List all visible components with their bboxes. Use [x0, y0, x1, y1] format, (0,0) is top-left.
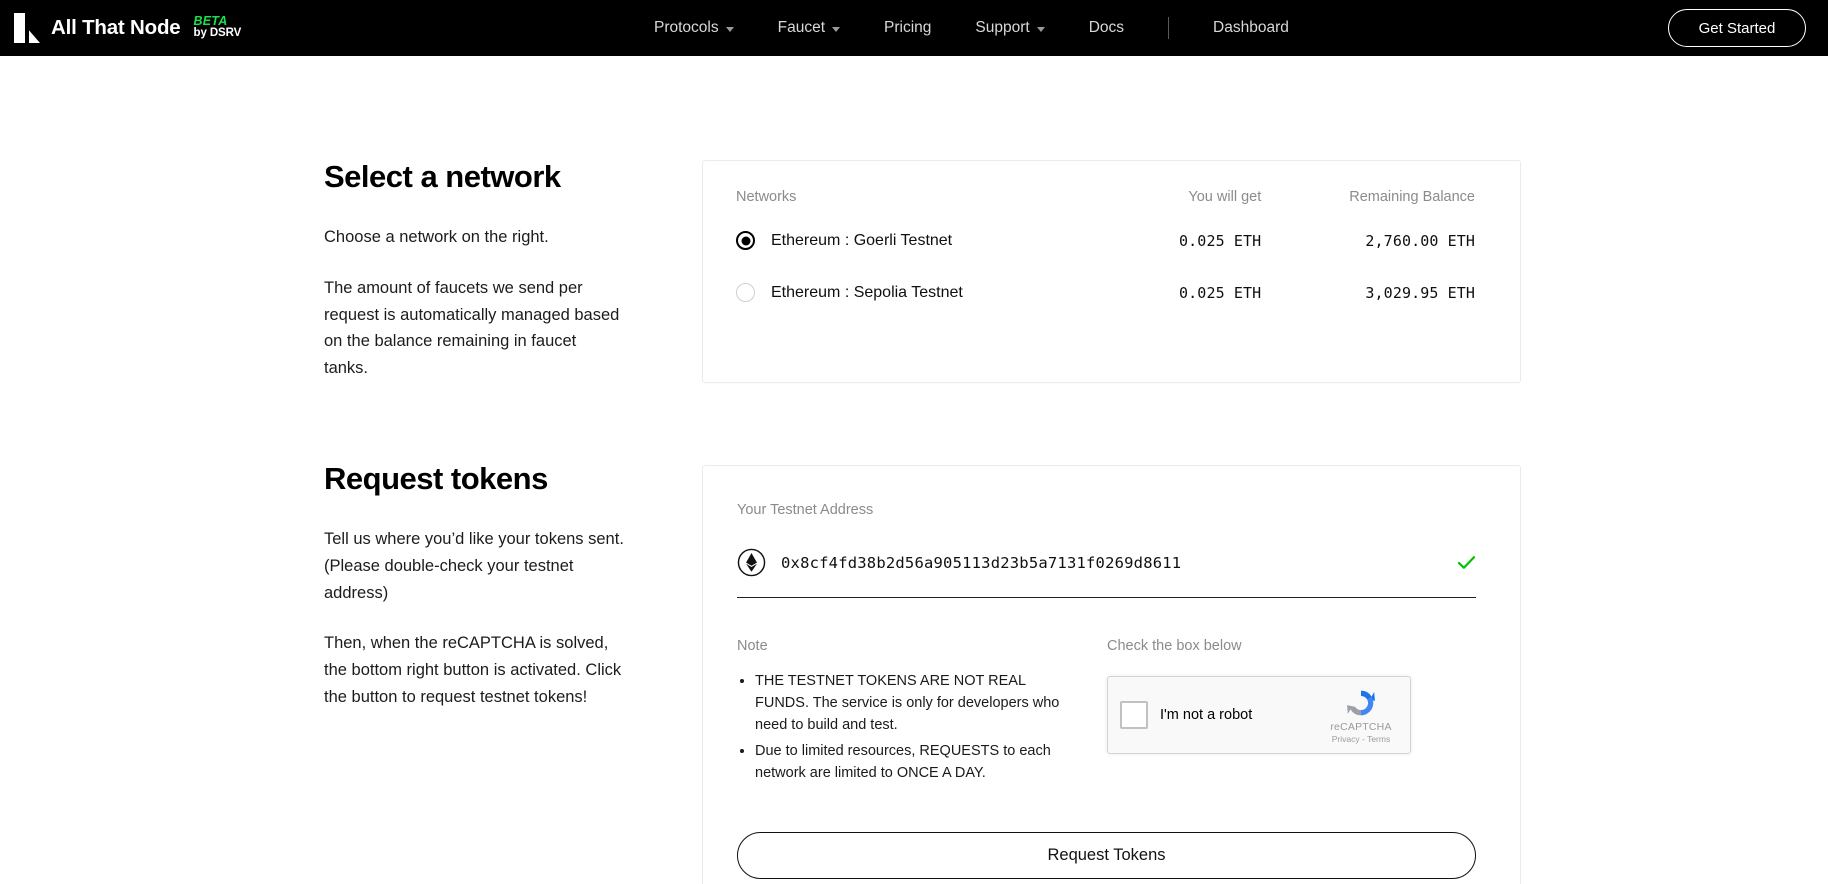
network-cell: Ethereum : Goerli Testnet — [736, 231, 1122, 283]
address-input-row — [737, 548, 1476, 598]
network-cell: Ethereum : Sepolia Testnet — [736, 283, 1122, 335]
note-block: Note THE TESTNET TOKENS ARE NOT REAL FUN… — [737, 638, 1067, 788]
beta-badge: BETA — [193, 13, 228, 28]
column-header-you-will-get: You will get — [1188, 189, 1262, 205]
get-started-button[interactable]: Get Started — [1668, 9, 1806, 47]
recaptcha-widget[interactable]: I'm not a robot reCAPTCHA Privacy - Term… — [1107, 676, 1411, 754]
nav-divider — [1168, 17, 1170, 39]
table-row[interactable]: Ethereum : Sepolia Testnet 0.025 ETH 3,0… — [736, 283, 1475, 335]
you-will-get-value: 0.025 ETH — [1179, 231, 1262, 250]
recaptcha-text: I'm not a robot — [1160, 707, 1253, 723]
recaptcha-privacy-link[interactable]: Privacy — [1332, 734, 1360, 744]
chevron-down-icon — [1036, 26, 1045, 32]
radio-goerli-testnet[interactable] — [736, 231, 755, 250]
network-name: Ethereum : Sepolia Testnet — [771, 283, 963, 301]
ethereum-icon — [737, 548, 766, 577]
nav-item-label: Dashboard — [1213, 19, 1289, 36]
recaptcha-checkbox[interactable] — [1120, 701, 1148, 729]
table-row[interactable]: Ethereum : Goerli Testnet 0.025 ETH 2,76… — [736, 231, 1475, 283]
request-tokens-card: Your Testnet Address Note THE TESTNET TO… — [702, 465, 1521, 884]
get-started-label: Get Started — [1698, 19, 1776, 37]
n-logo-icon — [14, 13, 40, 43]
nav-item-support[interactable]: Support — [953, 0, 1066, 56]
recaptcha-link-separator: - — [1362, 734, 1365, 744]
column-header-networks: Networks — [736, 189, 797, 205]
nav-item-label: Docs — [1088, 19, 1125, 36]
nav-item-label: Faucet — [777, 19, 826, 36]
by-dsrv-label: by DSRV — [193, 26, 242, 39]
recaptcha-legal-links: Privacy - Terms — [1322, 734, 1400, 744]
primary-nav: Protocols Faucet Pricing Support Docs Da… — [632, 0, 1311, 56]
request-intro-paragraph: Tell us where you’d like your tokens sen… — [324, 530, 624, 602]
note-and-captcha-row: Note THE TESTNET TOKENS ARE NOT REAL FUN… — [737, 638, 1476, 788]
captcha-label: Check the box below — [1107, 638, 1242, 654]
radio-sepolia-testnet[interactable] — [736, 283, 755, 302]
top-navigation-bar: All That Node BETA by DSRV Protocols Fau… — [0, 0, 1828, 56]
chevron-down-icon — [725, 26, 734, 32]
section-title: Request tokens — [324, 461, 548, 496]
nav-item-label: Support — [975, 19, 1030, 36]
address-field-label: Your Testnet Address — [737, 502, 874, 518]
page-content: Select a network Choose a network on the… — [0, 56, 1828, 884]
recaptcha-brand-label: reCAPTCHA — [1330, 721, 1392, 733]
nav-item-dashboard[interactable]: Dashboard — [1191, 0, 1311, 56]
request-tokens-label: Request Tokens — [1047, 846, 1166, 865]
remaining-balance-value: 2,760.00 ETH — [1365, 231, 1475, 250]
captcha-block: Check the box below I'm not a robot reCA… — [1107, 638, 1476, 788]
recaptcha-branding: reCAPTCHA Privacy - Terms — [1322, 686, 1400, 744]
brand-name: All That Node — [51, 16, 181, 39]
network-intro-paragraph: Choose a network on the right. — [324, 228, 549, 247]
nav-item-pricing[interactable]: Pricing — [862, 0, 953, 56]
recaptcha-terms-link[interactable]: Terms — [1367, 734, 1390, 744]
note-list: THE TESTNET TOKENS ARE NOT REAL FUNDS. T… — [755, 670, 1067, 784]
networks-card: Networks You will get Remaining Balance … — [702, 160, 1521, 383]
green-check-icon — [1457, 556, 1476, 569]
remaining-balance-value: 3,029.95 ETH — [1365, 283, 1475, 302]
you-will-get-value: 0.025 ETH — [1179, 283, 1262, 302]
testnet-address-input[interactable] — [781, 553, 1442, 572]
list-item: Due to limited resources, REQUESTS to ea… — [755, 740, 1067, 784]
chevron-down-icon — [832, 26, 841, 32]
column-header-remaining-balance: Remaining Balance — [1349, 189, 1475, 205]
network-name: Ethereum : Goerli Testnet — [771, 231, 953, 249]
brand-logo[interactable]: All That Node BETA by DSRV — [14, 13, 241, 43]
networks-table: Networks You will get Remaining Balance … — [736, 189, 1475, 335]
nav-item-protocols[interactable]: Protocols — [632, 0, 756, 56]
network-detail-paragraph: The amount of faucets we send per reques… — [324, 278, 620, 377]
list-item: THE TESTNET TOKENS ARE NOT REAL FUNDS. T… — [755, 670, 1067, 736]
nav-item-label: Pricing — [884, 19, 932, 36]
note-label: Note — [737, 638, 768, 654]
recaptcha-logo-icon — [1347, 690, 1375, 716]
nav-item-faucet[interactable]: Faucet — [756, 0, 862, 56]
request-detail-paragraph: Then, when the reCAPTCHA is solved, the … — [324, 634, 622, 706]
nav-item-docs[interactable]: Docs — [1067, 0, 1146, 56]
nav-item-label: Protocols — [654, 19, 719, 36]
page-title: Select a network — [324, 159, 561, 194]
request-tokens-heading-block: Request tokens Tell us where you’d like … — [324, 461, 624, 710]
brand-tagline: BETA by DSRV — [193, 13, 242, 40]
select-network-heading-block: Select a network Choose a network on the… — [324, 159, 624, 382]
request-tokens-button[interactable]: Request Tokens — [737, 832, 1476, 880]
table-header-row: Networks You will get Remaining Balance — [736, 189, 1475, 231]
